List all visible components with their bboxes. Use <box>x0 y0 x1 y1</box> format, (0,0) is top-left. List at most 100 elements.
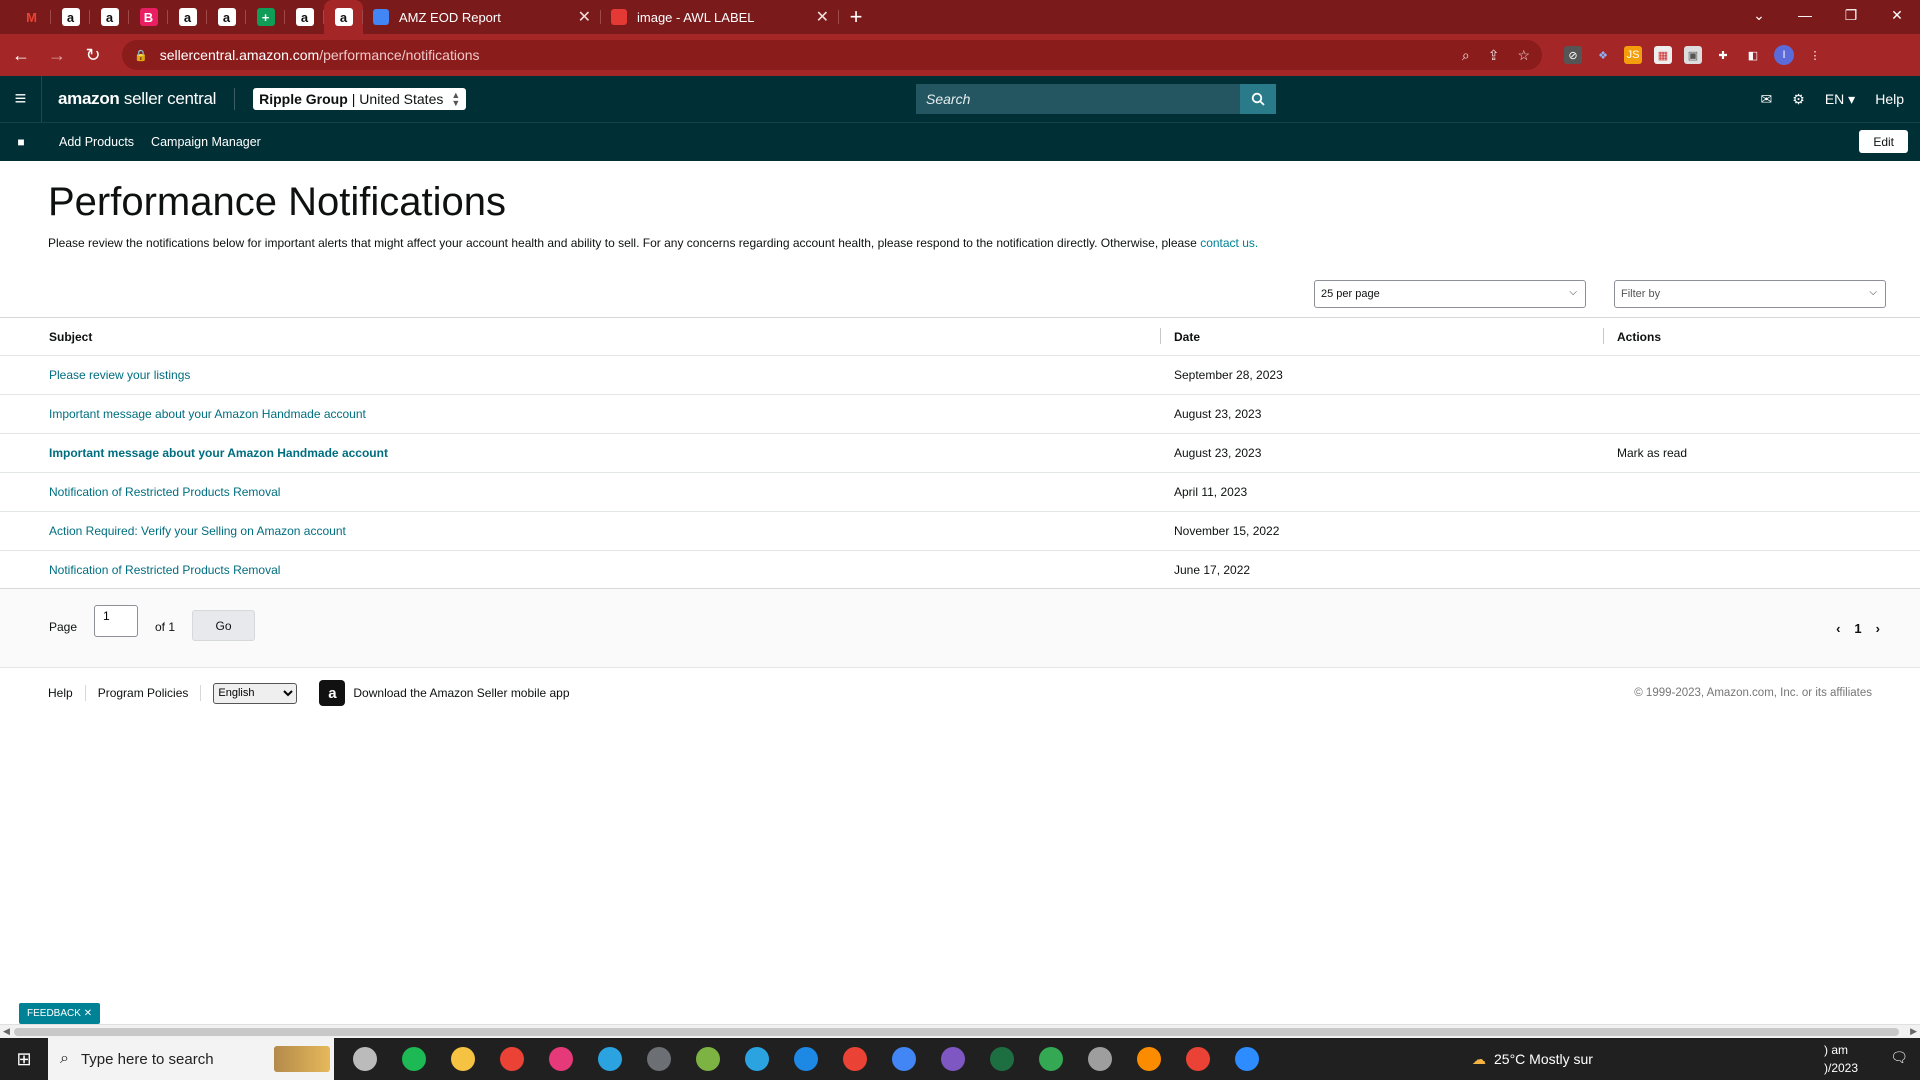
notification-subject-link[interactable]: Important message about your Amazon Hand… <box>49 407 366 421</box>
filter-select[interactable]: Filter by ⌵ <box>1614 280 1886 308</box>
gear-icon[interactable]: ⚙ <box>1792 91 1805 108</box>
extension-off-icon[interactable]: ⊘ <box>1564 46 1582 64</box>
pinned-tab[interactable]: a <box>207 0 246 34</box>
notification-subject-link[interactable]: Action Required: Verify your Selling on … <box>49 524 346 538</box>
notification-subject-link[interactable]: Notification of Restricted Products Remo… <box>49 485 280 499</box>
taskbar-app-icon[interactable] <box>1026 1038 1075 1080</box>
taskbar-app-icon[interactable] <box>683 1038 732 1080</box>
language-selector[interactable]: EN ▾ <box>1825 91 1855 108</box>
close-tab-icon[interactable]: ✕ <box>578 7 591 27</box>
browser-tab-image-awl-label[interactable]: image - AWL LABEL ✕ <box>601 0 839 34</box>
tab-search-icon[interactable]: ⌄ <box>1736 0 1782 30</box>
browser-menu-icon[interactable]: ⋮ <box>1806 46 1824 64</box>
close-tab-icon[interactable]: ✕ <box>816 7 829 27</box>
table-row: Notification of Restricted Products Remo… <box>0 473 1920 512</box>
taskbar-app-icon[interactable] <box>1173 1038 1222 1080</box>
taskbar-app-icon[interactable] <box>879 1038 928 1080</box>
extension-image-icon[interactable]: ▦ <box>1654 46 1672 64</box>
taskbar-app-icon[interactable] <box>536 1038 585 1080</box>
taskbar-app-icon[interactable] <box>781 1038 830 1080</box>
taskbar-app-icon[interactable] <box>487 1038 536 1080</box>
minimize-icon[interactable]: — <box>1782 0 1828 30</box>
account-switcher[interactable]: Ripple Group | United States ▲ ▼ <box>253 88 467 110</box>
close-window-icon[interactable]: ✕ <box>1874 0 1920 30</box>
side-panel-icon[interactable]: ◧ <box>1744 46 1762 64</box>
taskbar-app-icon[interactable] <box>340 1038 389 1080</box>
download-app-link[interactable]: Download the Amazon Seller mobile app <box>353 686 569 700</box>
new-tab-button[interactable]: + <box>839 0 873 34</box>
pinned-tab[interactable]: M <box>12 0 51 34</box>
notification-icon[interactable]: 🗨 <box>1890 1049 1908 1066</box>
taskbar-search[interactable]: ⌕ Type here to search <box>48 1038 334 1080</box>
pinned-tab[interactable]: B <box>129 0 168 34</box>
extensions-puzzle-icon[interactable]: ✚ <box>1714 46 1732 64</box>
seller-central-logo[interactable]: amazon seller central <box>58 89 216 109</box>
contact-us-link[interactable]: contact us. <box>1200 236 1258 250</box>
zoom-icon[interactable]: ⌕ <box>1462 47 1470 64</box>
taskbar-app-icon[interactable] <box>585 1038 634 1080</box>
page-number-input[interactable] <box>94 605 138 637</box>
column-header-subject[interactable]: Subject <box>49 330 92 344</box>
nav-campaign-manager[interactable]: Campaign Manager <box>151 135 261 149</box>
chevron-right-icon[interactable]: › <box>1876 621 1880 636</box>
pinned-tab[interactable]: a <box>324 0 363 34</box>
back-icon[interactable]: ← <box>6 40 36 70</box>
footer-language-select[interactable]: English <box>213 682 298 704</box>
taskbar-app-icon[interactable] <box>928 1038 977 1080</box>
mark-as-read-link[interactable]: Mark as read <box>1617 446 1687 460</box>
per-page-select[interactable]: 25 per page ⌵ <box>1314 280 1586 308</box>
nav-add-products[interactable]: Add Products <box>59 135 134 149</box>
restore-icon[interactable]: ❐ <box>1828 0 1874 30</box>
share-icon[interactable]: ⇪ <box>1488 47 1500 64</box>
chevron-left-icon[interactable]: ‹ <box>1836 621 1840 636</box>
bookmark-icon[interactable]: ■ <box>0 135 42 149</box>
pinned-tab[interactable]: a <box>90 0 129 34</box>
taskbar-app-icon[interactable] <box>830 1038 879 1080</box>
current-page-number[interactable]: 1 <box>1854 621 1861 636</box>
pinned-tab[interactable]: a <box>51 0 90 34</box>
taskbar-app-icon[interactable] <box>977 1038 1026 1080</box>
edit-button[interactable]: Edit <box>1859 130 1908 153</box>
mail-icon[interactable]: ✉ <box>1761 91 1773 108</box>
footer-program-policies-link[interactable]: Program Policies <box>98 686 189 700</box>
footer-help-link[interactable]: Help <box>48 686 73 700</box>
amazon-seller-app-icon[interactable]: a <box>319 680 346 706</box>
weather-widget[interactable]: ☁ 25°C Mostly sur <box>1472 1038 1593 1080</box>
url-field[interactable]: 🔒 sellercentral.amazon.com/performance/n… <box>122 40 1542 70</box>
windows-start-icon[interactable]: ⊞ <box>0 1038 48 1080</box>
scroll-left-icon[interactable]: ◀ <box>3 1026 10 1037</box>
go-button[interactable]: Go <box>192 610 255 641</box>
notification-subject-link[interactable]: Important message about your Amazon Hand… <box>49 446 388 460</box>
profile-avatar[interactable]: I <box>1774 45 1794 65</box>
extension-photo-icon[interactable]: ▣ <box>1684 46 1702 64</box>
horizontal-scrollbar[interactable]: ◀ ▶ <box>0 1024 1920 1038</box>
scroll-right-icon[interactable]: ▶ <box>1910 1026 1917 1037</box>
pinned-tab[interactable]: a <box>285 0 324 34</box>
extension-dropbox-icon[interactable]: ❖ <box>1594 46 1612 64</box>
feedback-button[interactable]: FEEDBACK ✕ <box>19 1003 101 1024</box>
search-input[interactable] <box>916 84 1240 114</box>
taskbar-app-icon[interactable] <box>1075 1038 1124 1080</box>
pinned-tab[interactable]: a <box>168 0 207 34</box>
system-clock[interactable]: ) am )/2023 <box>1824 1041 1858 1077</box>
taskbar-app-icon[interactable] <box>438 1038 487 1080</box>
close-icon[interactable]: ✕ <box>84 1008 92 1019</box>
taskbar-app-icon[interactable] <box>634 1038 683 1080</box>
taskbar-app-icon[interactable] <box>389 1038 438 1080</box>
browser-tab-amz-eod-report[interactable]: AMZ EOD Report ✕ <box>363 0 601 34</box>
taskbar-app-icon[interactable] <box>732 1038 781 1080</box>
scrollbar-thumb[interactable] <box>14 1028 1899 1036</box>
notification-subject-link[interactable]: Please review your listings <box>49 368 190 382</box>
forward-icon[interactable]: → <box>42 40 72 70</box>
extension-js-icon[interactable]: JS <box>1624 46 1642 64</box>
taskbar-app-icon[interactable] <box>1222 1038 1271 1080</box>
notification-subject-link[interactable]: Notification of Restricted Products Remo… <box>49 563 280 577</box>
pinned-tab[interactable]: + <box>246 0 285 34</box>
column-header-date[interactable]: Date <box>1159 327 1200 344</box>
hamburger-menu-icon[interactable]: ≡ <box>0 76 42 122</box>
taskbar-app-icon[interactable] <box>1124 1038 1173 1080</box>
reload-icon[interactable]: ↻ <box>78 40 108 70</box>
bookmark-star-icon[interactable]: ☆ <box>1517 47 1530 64</box>
search-button[interactable] <box>1240 84 1276 114</box>
help-link[interactable]: Help <box>1875 91 1904 107</box>
